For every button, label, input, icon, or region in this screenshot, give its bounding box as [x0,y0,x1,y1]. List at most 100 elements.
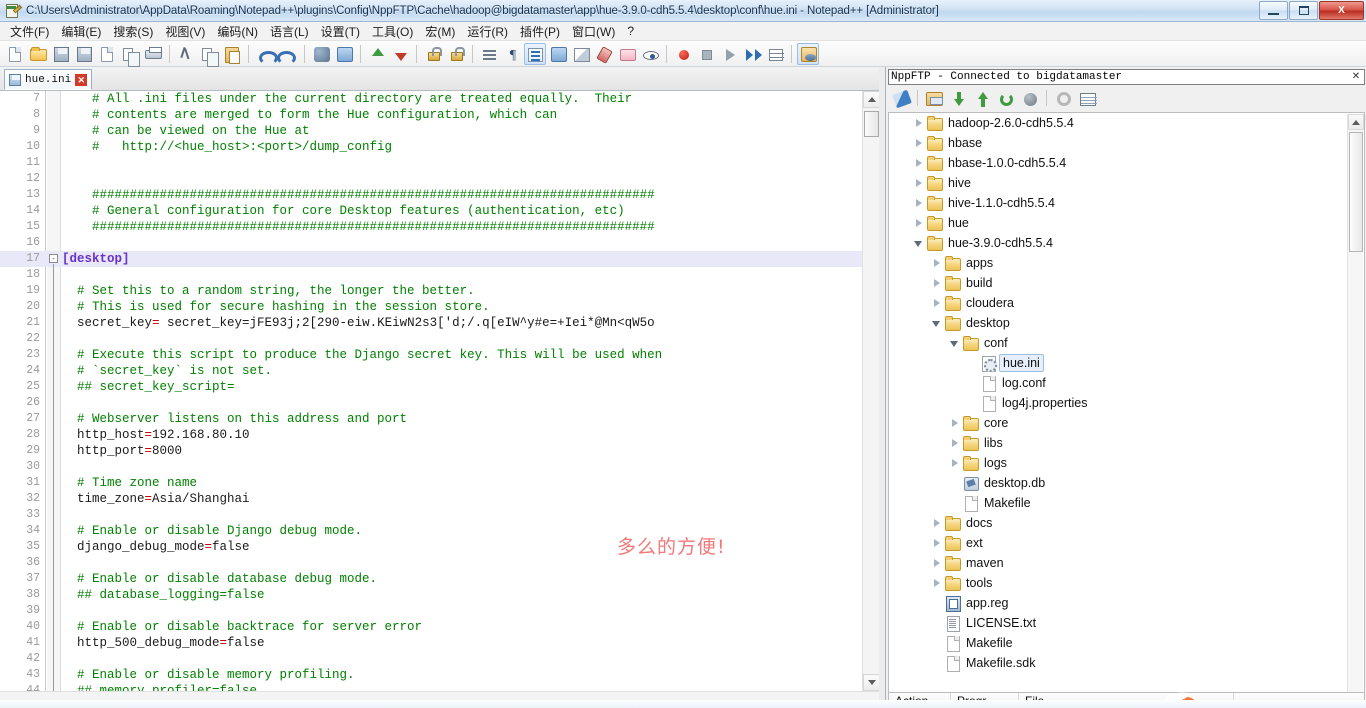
connect-icon[interactable] [890,88,912,109]
global-settings-icon[interactable] [1052,88,1074,108]
tree-file-item[interactable]: LICENSE.txt [889,613,1364,633]
minimize-button[interactable] [1259,1,1288,20]
chevron-down-icon[interactable] [913,237,925,249]
tree-folder-item[interactable]: hue-3.9.0-cdh5.5.4 [889,233,1364,253]
close-icon[interactable]: ✕ [1350,71,1362,83]
open-file-icon[interactable] [27,43,49,65]
tree-folder-item[interactable]: hue [889,213,1364,233]
tree-folder-item[interactable]: build [889,273,1364,293]
menu-run[interactable]: 运行(R) [461,21,514,42]
chevron-right-icon[interactable] [913,157,925,169]
scroll-up-icon[interactable] [1348,114,1364,130]
tree-file-item[interactable]: Makefile [889,493,1364,513]
function-list-icon[interactable] [593,43,615,65]
open-settings-icon[interactable] [923,88,945,108]
macro-run-multiple-icon[interactable] [741,43,763,65]
tree-file-item[interactable]: app.reg [889,593,1364,613]
tree-folder-item[interactable]: desktop [889,313,1364,333]
chevron-right-icon[interactable] [949,417,961,429]
fold-toggle-icon[interactable]: - [49,254,58,263]
tree-folder-item[interactable]: hive-1.1.0-cdh5.5.4 [889,193,1364,213]
save-icon[interactable] [50,43,72,65]
tree-file-item[interactable]: hue.ini [889,353,1364,373]
redo-icon[interactable] [277,43,299,65]
tree-folder-item[interactable]: cloudera [889,293,1364,313]
macro-record-icon[interactable] [672,43,694,65]
chevron-right-icon[interactable] [913,117,925,129]
message-window-icon[interactable] [1076,88,1098,108]
macro-play-icon[interactable] [718,43,740,65]
tree-file-item[interactable]: log.conf [889,373,1364,393]
chevron-right-icon[interactable] [949,437,961,449]
tree-folder-item[interactable]: hive [889,173,1364,193]
tree-folder-item[interactable]: apps [889,253,1364,273]
chevron-right-icon[interactable] [931,277,943,289]
user-language-icon[interactable] [547,43,569,65]
new-file-icon[interactable] [4,43,26,65]
menu-tools[interactable]: 工具(O) [366,21,419,42]
tree-folder-item[interactable]: docs [889,513,1364,533]
chevron-right-icon[interactable] [931,577,943,589]
save-all-icon[interactable] [73,43,95,65]
chevron-right-icon[interactable] [949,457,961,469]
scroll-up-icon[interactable] [863,91,880,108]
tree-folder-item[interactable]: hbase [889,133,1364,153]
paste-icon[interactable] [221,43,243,65]
undo-icon[interactable] [254,43,278,65]
menu-window[interactable]: 窗口(W) [566,21,621,42]
tree-folder-item[interactable]: maven [889,553,1364,573]
chevron-right-icon[interactable] [913,197,925,209]
tree-folder-item[interactable]: logs [889,453,1364,473]
scrollbar-thumb[interactable] [864,111,879,137]
menu-encoding[interactable]: 编码(N) [211,21,264,42]
chevron-right-icon[interactable] [931,297,943,309]
replace-icon[interactable] [333,43,355,65]
print-icon[interactable] [142,43,164,65]
chevron-right-icon[interactable] [931,517,943,529]
download-icon[interactable] [947,88,969,108]
menu-search[interactable]: 搜索(S) [107,21,159,42]
menu-plugins[interactable]: 插件(P) [514,21,566,42]
editor-vertical-scrollbar[interactable] [862,91,880,691]
menu-view[interactable]: 视图(V) [159,21,211,42]
tree-vertical-scrollbar[interactable] [1347,114,1364,708]
nppftp-icon[interactable] [797,42,819,65]
close-icon[interactable]: ✕ [75,73,88,86]
tree-file-item[interactable]: Makefile.sdk [889,653,1364,673]
macro-save-icon[interactable] [764,43,786,65]
chevron-right-icon[interactable] [913,217,925,229]
remote-file-tree[interactable]: hadoop-2.6.0-cdh5.5.4 hbase hbase-1.0.0-cd… [888,112,1365,708]
macro-stop-icon[interactable] [695,43,717,65]
close-all-icon[interactable] [119,43,141,67]
sync-scroll-horizontal-icon[interactable] [445,43,467,65]
find-icon[interactable] [310,43,332,65]
tree-folder-item[interactable]: hbase-1.0.0-cdh5.5.4 [889,153,1364,173]
folder-as-workspace-icon[interactable] [616,43,638,65]
chevron-down-icon[interactable] [931,317,943,329]
menu-file[interactable]: 文件(F) [4,21,55,42]
word-wrap-icon[interactable] [478,43,500,65]
tree-folder-item[interactable]: ext [889,533,1364,553]
menu-macro[interactable]: 宏(M) [419,21,461,42]
scrollbar-thumb[interactable] [1349,132,1363,252]
scroll-down-icon[interactable] [863,674,880,691]
tree-file-item[interactable]: log4j.properties [889,393,1364,413]
tree-folder-item[interactable]: conf [889,333,1364,353]
upload-icon[interactable] [971,88,993,108]
zoom-in-icon[interactable] [366,43,388,65]
tab-hue-ini[interactable]: hue.ini ✕ [4,69,93,90]
close-button[interactable]: X [1319,1,1364,20]
chevron-right-icon[interactable] [913,177,925,189]
close-file-icon[interactable] [96,43,118,65]
tree-folder-item[interactable]: tools [889,573,1364,593]
chevron-right-icon[interactable] [931,257,943,269]
tree-file-item[interactable]: desktop.db [889,473,1364,493]
sync-scroll-vertical-icon[interactable] [422,43,444,65]
code-editor[interactable]: 7 # All .ini files under the current dir… [0,91,884,691]
tree-folder-item[interactable]: hadoop-2.6.0-cdh5.5.4 [889,113,1364,133]
cut-icon[interactable] [175,43,197,65]
doc-map-icon[interactable] [570,43,592,65]
tree-folder-item[interactable]: core [889,413,1364,433]
tree-folder-item[interactable]: libs [889,433,1364,453]
menu-edit[interactable]: 编辑(E) [55,21,107,42]
